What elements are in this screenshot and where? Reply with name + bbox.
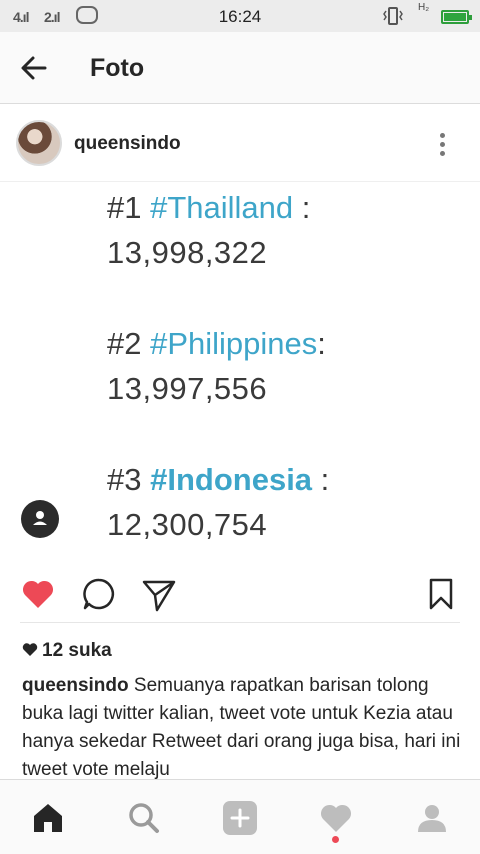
status-time: 16:24: [218, 7, 262, 26]
vibrate-icon: [383, 7, 403, 25]
divider: [20, 622, 460, 623]
activity-heart-icon[interactable]: [318, 800, 354, 836]
avatar[interactable]: [16, 120, 62, 166]
vote-count: 13,997,556: [107, 371, 268, 406]
rank-suffix: :: [293, 190, 311, 225]
hashtag: #Thailland: [150, 190, 294, 225]
profile-icon[interactable]: [414, 800, 450, 836]
caption-username[interactable]: queensindo: [22, 675, 129, 696]
add-post-icon[interactable]: [222, 800, 258, 836]
vote-count: 12,300,754: [107, 507, 268, 542]
hashtag: #Indonesia: [150, 462, 313, 497]
rank-line-3: #3 #Indonesia :: [107, 462, 329, 498]
post-header: queensindo: [0, 104, 480, 182]
rank-number: #2: [107, 326, 142, 361]
like-heart-icon[interactable]: [20, 576, 56, 612]
share-send-icon[interactable]: [141, 576, 177, 612]
post-username[interactable]: queensindo: [74, 133, 181, 155]
rank-suffix: :: [312, 462, 330, 497]
comment-icon[interactable]: [81, 576, 117, 612]
rank-line-2: #2 #Philippines:: [107, 326, 326, 362]
likes-count[interactable]: 12 suka: [22, 640, 112, 662]
bookmark-icon[interactable]: [423, 576, 459, 612]
arrow-left-icon[interactable]: [18, 52, 52, 84]
heart-icon: [22, 643, 38, 656]
rank-suffix: :: [317, 326, 326, 361]
vote-count: 13,998,322: [107, 235, 268, 270]
page-title: Foto: [90, 54, 145, 82]
battery-charging-icon: [441, 10, 472, 24]
search-icon[interactable]: [126, 800, 162, 836]
post-caption: queensindo Semuanya rapatkan barisan tol…: [22, 672, 462, 784]
rank-number: #1: [107, 190, 142, 225]
tagged-people-button[interactable]: [21, 500, 59, 538]
rank-number: #3: [107, 462, 142, 497]
likes-label: 12 suka: [42, 640, 112, 661]
app-root: 4.ıl 2.ıl 16:24 H₂ Foto queensindo #1 #T…: [0, 0, 480, 854]
top-app-bar: Foto: [0, 32, 480, 104]
more-options-icon[interactable]: [432, 130, 452, 160]
post-image[interactable]: #1 #Thailland : 13,998,322 #2 #Philippin…: [0, 182, 480, 558]
status-bar: 4.ıl 2.ıl 16:24 H₂: [0, 0, 480, 32]
bottom-navigation: [0, 779, 480, 854]
person-icon: [33, 511, 47, 525]
network-type-label: H₂: [418, 2, 430, 13]
home-icon[interactable]: [30, 800, 66, 836]
post-action-bar: [0, 568, 480, 620]
hashtag: #Philippines: [150, 326, 318, 361]
notification-dot: [332, 836, 339, 843]
rank-line-1: #1 #Thailland :: [107, 190, 310, 226]
